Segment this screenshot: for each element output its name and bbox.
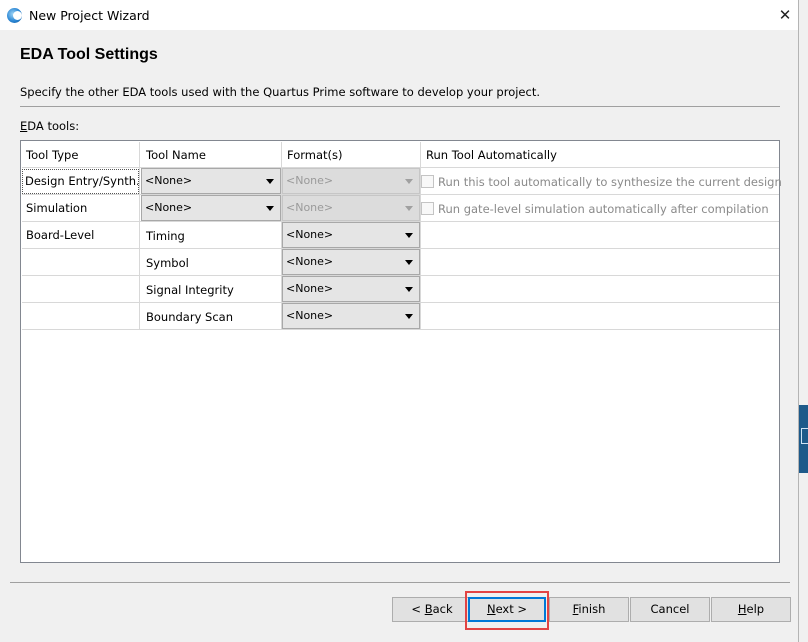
chevron-down-icon [405, 206, 413, 211]
chevron-down-icon [266, 206, 274, 211]
format-select-timing[interactable]: <None> [282, 222, 420, 248]
format-select-symbol[interactable]: <None> [282, 249, 420, 275]
close-button[interactable]: ✕ [771, 4, 799, 26]
title-bar: New Project Wizard ✕ [0, 0, 798, 30]
chevron-down-icon [405, 287, 413, 292]
back-button[interactable]: < Back [392, 597, 472, 622]
header-run-tool-automatically: Run Tool Automatically [426, 148, 557, 162]
tool-name-signal-integrity[interactable]: Signal Integrity [142, 277, 281, 304]
tool-type-simulation[interactable]: Simulation [22, 195, 139, 222]
finish-button[interactable]: Finish [549, 597, 629, 622]
checkbox-icon [421, 175, 434, 188]
page-heading: EDA Tool Settings [20, 46, 158, 63]
chevron-down-icon [405, 260, 413, 265]
checkbox-icon [421, 202, 434, 215]
window-title: New Project Wizard [29, 8, 150, 23]
format-select-design-entry: <None> [282, 168, 420, 194]
eda-tools-label: EDA tools: [20, 119, 80, 133]
tool-name-select-simulation[interactable]: <None> [141, 195, 281, 221]
header-separator [20, 106, 780, 107]
chevron-down-icon [405, 179, 413, 184]
format-select-boundary-scan[interactable]: <None> [282, 303, 420, 329]
tool-name-boundary-scan[interactable]: Boundary Scan [142, 304, 281, 331]
tool-name-timing[interactable]: Timing [142, 223, 281, 250]
header-tool-type: Tool Type [26, 148, 79, 162]
tool-type-board-level[interactable]: Board-Level [22, 222, 139, 249]
tool-type-design-entry[interactable]: Design Entry/Synth... [22, 169, 139, 194]
header-tool-name: Tool Name [146, 148, 206, 162]
footer-separator [10, 582, 790, 583]
cancel-button[interactable]: Cancel [630, 597, 710, 622]
page-description: Specify the other EDA tools used with th… [20, 85, 540, 99]
chevron-down-icon [405, 233, 413, 238]
chevron-down-icon [266, 179, 274, 184]
eda-tools-table: Tool Type Tool Name Format(s) Run Tool A… [20, 140, 782, 563]
next-button-highlight [465, 591, 549, 630]
chevron-down-icon [405, 314, 413, 319]
help-button[interactable]: Help [711, 597, 791, 622]
background-window-strip [799, 0, 808, 642]
tool-name-select-design-entry[interactable]: <None> [141, 168, 281, 194]
quartus-app-icon [7, 8, 22, 23]
format-select-signal-integrity[interactable]: <None> [282, 276, 420, 302]
tool-name-symbol[interactable]: Symbol [142, 250, 281, 277]
format-select-simulation: <None> [282, 195, 420, 221]
header-formats: Format(s) [287, 148, 343, 162]
